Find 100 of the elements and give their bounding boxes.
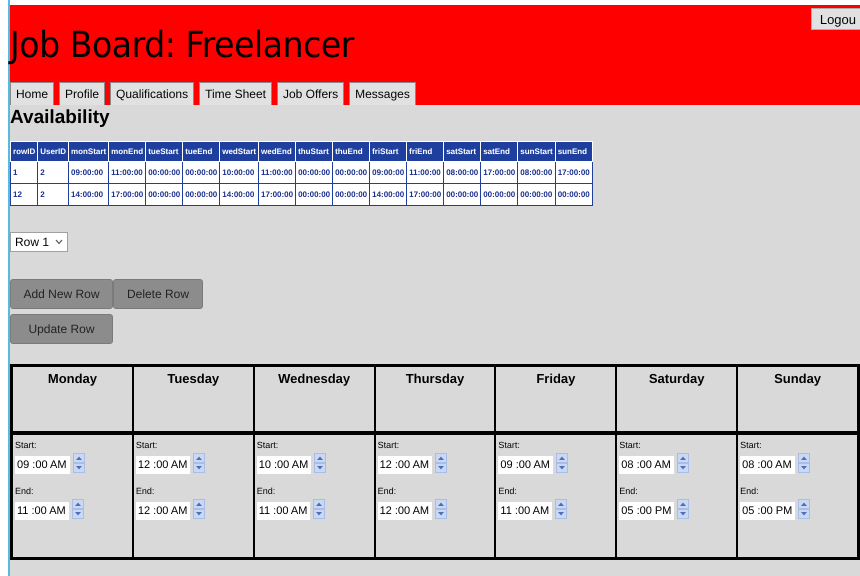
table-cell: 00:00:00 — [444, 184, 481, 206]
nav-tab[interactable]: Job Offers — [277, 82, 344, 105]
spinner-icon[interactable] — [677, 499, 690, 519]
table-cell: 00:00:00 — [555, 184, 592, 206]
spinner-icon[interactable] — [193, 499, 206, 519]
time-field[interactable]: 10 :00 AM — [256, 456, 312, 474]
table-cell: 11:00:00 — [108, 162, 146, 184]
table-cell: 00:00:00 — [146, 184, 183, 206]
column-header: satEnd — [480, 142, 518, 162]
spinner-icon[interactable] — [555, 499, 568, 519]
spinner-icon[interactable] — [798, 453, 810, 473]
day-header: Tuesday — [132, 366, 254, 434]
field-label: Start: — [740, 440, 763, 450]
logout-button[interactable]: Logou — [810, 8, 860, 30]
day-header: Thursday — [374, 366, 496, 434]
column-header: UserID — [38, 142, 69, 162]
column-header: friEnd — [406, 142, 444, 162]
table-cell: 14:00:00 — [370, 184, 407, 206]
spinner-icon[interactable] — [798, 499, 810, 519]
nav-tab[interactable]: Qualifications — [110, 82, 194, 105]
spinner-icon[interactable] — [193, 453, 206, 473]
time-field[interactable]: 11 :00 AM — [498, 502, 552, 520]
field-label: Start: — [619, 440, 642, 450]
time-field[interactable]: 08 :00 AM — [619, 456, 674, 474]
action-button[interactable]: Add New Row — [10, 279, 113, 309]
field-label: End: — [256, 486, 276, 496]
table-cell: 08:00:00 — [444, 162, 481, 184]
field-label: End: — [136, 486, 156, 496]
field-label: Start: — [15, 440, 38, 450]
column-header: thuEnd — [332, 142, 370, 162]
spinner-icon[interactable] — [435, 499, 448, 519]
time-field[interactable]: 09 :00 AM — [15, 456, 70, 474]
time-field[interactable]: 05 :00 PM — [619, 502, 674, 520]
table-cell: 09:00:00 — [370, 162, 407, 184]
time-field[interactable]: 05 :00 PM — [740, 502, 796, 520]
column-header: tueEnd — [182, 142, 220, 162]
table-cell: 00:00:00 — [332, 162, 370, 184]
spinner-icon[interactable] — [676, 453, 689, 473]
time-field[interactable]: 09 :00 AM — [498, 456, 553, 474]
column-header: monStart — [68, 142, 109, 162]
page-title: Job Board: Freelancer — [10, 25, 354, 66]
table-cell: 00:00:00 — [182, 162, 220, 184]
column-header: monEnd — [108, 142, 146, 162]
time-field[interactable]: 12 :00 AM — [136, 502, 190, 520]
nav-tab[interactable]: Messages — [349, 82, 416, 105]
field-label: End: — [619, 486, 639, 496]
table-cell: 11:00:00 — [258, 162, 296, 184]
table-cell: 00:00:00 — [182, 184, 220, 206]
nav-tab[interactable]: Time Sheet — [199, 82, 272, 105]
table-cell: 17:00:00 — [480, 162, 518, 184]
time-field[interactable]: 12 :00 AM — [136, 456, 190, 474]
table-cell: 00:00:00 — [332, 184, 370, 206]
field-label: End: — [15, 486, 35, 496]
table-cell: 08:00:00 — [518, 162, 556, 184]
field-label: End: — [740, 486, 760, 496]
time-field[interactable]: 11 :00 AM — [15, 502, 69, 520]
table-cell: 09:00:00 — [68, 162, 109, 184]
table-cell: 2 — [38, 162, 69, 184]
table-cell: 10:00:00 — [220, 162, 259, 184]
spinner-icon[interactable] — [72, 453, 85, 473]
section-heading: Availability — [10, 107, 111, 129]
table-cell: 12 — [10, 184, 38, 206]
table-cell: 00:00:00 — [480, 184, 518, 206]
table-cell: 2 — [38, 184, 69, 206]
spinner-icon[interactable] — [72, 499, 84, 519]
time-field[interactable]: 11 :00 AM — [256, 502, 310, 520]
column-header: wedEnd — [258, 142, 296, 162]
table-cell: 17:00:00 — [555, 162, 592, 184]
spinner-icon[interactable] — [435, 453, 448, 473]
day-header: Monday — [12, 366, 133, 434]
field-label: Start: — [256, 440, 280, 450]
column-header: sunStart — [518, 142, 556, 162]
table-cell: 11:00:00 — [406, 162, 444, 184]
time-field[interactable]: 12 :00 AM — [378, 502, 432, 520]
time-field[interactable]: 08 :00 AM — [740, 456, 795, 474]
table-cell: 17:00:00 — [258, 184, 296, 206]
day-header: Wednesday — [254, 366, 375, 434]
spinner-icon[interactable] — [556, 453, 568, 473]
action-button[interactable]: Update Row — [10, 314, 113, 344]
column-header: rowID — [10, 142, 38, 162]
time-field[interactable]: 12 :00 AM — [378, 456, 432, 474]
table-cell: 14:00:00 — [220, 184, 259, 206]
column-header: thuStart — [296, 142, 333, 162]
nav-tab[interactable]: Home — [10, 82, 54, 105]
day-header: Saturday — [616, 366, 738, 434]
caret-icon — [55, 239, 64, 245]
table-cell: 00:00:00 — [146, 162, 183, 184]
action-button[interactable]: Delete Row — [113, 279, 203, 309]
table-cell: 1 — [10, 162, 38, 184]
spinner-icon[interactable] — [314, 453, 326, 473]
column-header: sunEnd — [555, 142, 592, 162]
column-header: wedStart — [220, 142, 259, 162]
row-dropdown[interactable]: Row 1 — [10, 232, 68, 252]
field-label: Start: — [378, 440, 400, 450]
table-cell: 14:00:00 — [68, 184, 109, 206]
field-label: Start: — [498, 440, 521, 450]
column-header: friStart — [370, 142, 407, 162]
spinner-icon[interactable] — [313, 499, 326, 519]
table-cell: 00:00:00 — [296, 184, 333, 206]
nav-tab[interactable]: Profile — [59, 82, 106, 105]
